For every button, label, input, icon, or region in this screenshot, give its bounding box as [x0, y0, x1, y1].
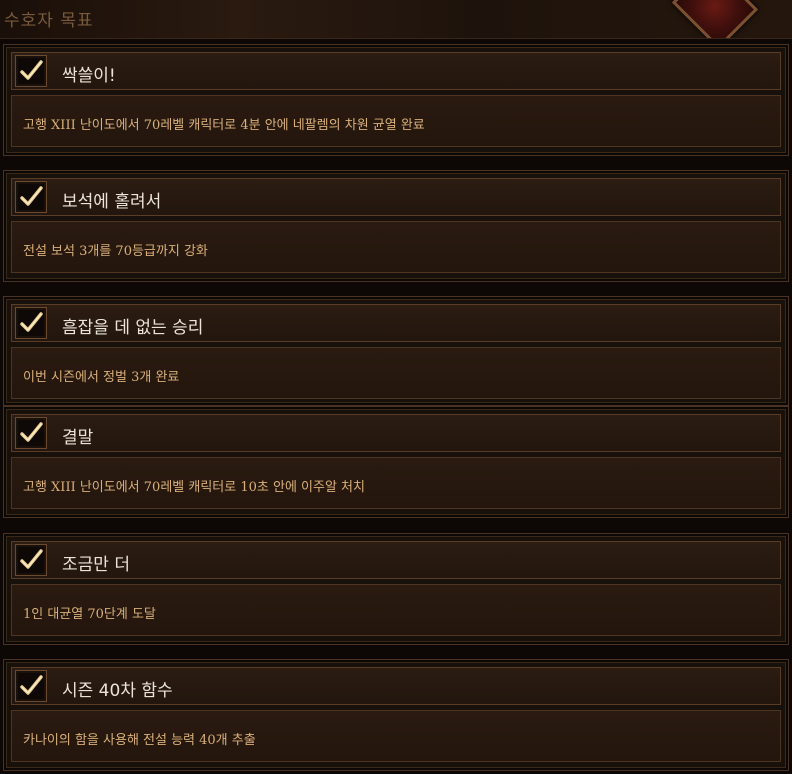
objective-body: 카나이의 함을 사용해 전설 능력 40개 추출 — [11, 710, 781, 762]
objective-card: 결말 고행 XIII 난이도에서 70레벨 캐릭터로 10초 안에 이주알 처치 — [3, 406, 789, 518]
checkmark-icon — [20, 549, 43, 569]
completed-checkbox — [15, 417, 47, 449]
objective-title: 싹쓸이! — [62, 66, 116, 86]
objective-body: 이번 시즌에서 정벌 3개 완료 — [11, 347, 781, 399]
objective-description: 1인 대균열 70단계 도달 — [23, 607, 156, 622]
objective-card: 흠잡을 데 없는 승리 이번 시즌에서 정벌 3개 완료 — [3, 296, 789, 406]
objective-description: 카나이의 함을 사용해 전설 능력 40개 추출 — [23, 733, 256, 748]
objective-header: 싹쓸이! — [11, 52, 781, 90]
objective-title: 결말 — [62, 428, 94, 448]
checkmark-icon — [20, 186, 43, 206]
objective-body: 고행 XIII 난이도에서 70레벨 캐릭터로 10초 안에 이주알 처치 — [11, 457, 781, 509]
completed-checkbox — [15, 670, 47, 702]
objective-card: 조금만 더 1인 대균열 70단계 도달 — [3, 533, 789, 645]
objective-description: 고행 XIII 난이도에서 70레벨 캐릭터로 10초 안에 이주알 처치 — [23, 480, 365, 495]
objective-header: 결말 — [11, 414, 781, 452]
objective-title: 보석에 홀려서 — [62, 192, 162, 212]
completed-checkbox — [15, 181, 47, 213]
completed-checkbox — [15, 544, 47, 576]
checkmark-icon — [20, 60, 43, 80]
objective-header: 시즌 40차 함수 — [11, 667, 781, 705]
objective-description: 이번 시즌에서 정벌 3개 완료 — [23, 370, 180, 385]
objective-description: 전설 보석 3개를 70등급까지 강화 — [23, 244, 208, 259]
objective-title: 조금만 더 — [62, 555, 130, 575]
objective-title: 시즌 40차 함수 — [62, 681, 173, 701]
objective-body: 전설 보석 3개를 70등급까지 강화 — [11, 221, 781, 273]
objective-body: 1인 대균열 70단계 도달 — [11, 584, 781, 636]
checkmark-icon — [20, 312, 43, 332]
objective-card: 시즌 40차 함수 카나이의 함을 사용해 전설 능력 40개 추출 — [3, 659, 789, 771]
checkmark-icon — [20, 675, 43, 695]
page-title: 수호자 목표 — [4, 11, 94, 31]
objective-header: 흠잡을 데 없는 승리 — [11, 304, 781, 342]
objective-title: 흠잡을 데 없는 승리 — [62, 318, 204, 338]
objective-header: 조금만 더 — [11, 541, 781, 579]
checkmark-icon — [20, 422, 43, 442]
objective-body: 고행 XIII 난이도에서 70레벨 캐릭터로 4분 안에 네팔렘의 차원 균열… — [11, 95, 781, 147]
objective-description: 고행 XIII 난이도에서 70레벨 캐릭터로 4분 안에 네팔렘의 차원 균열… — [23, 118, 425, 133]
objective-header: 보석에 홀려서 — [11, 178, 781, 216]
season-emblem-icon — [671, 0, 759, 38]
objective-card: 보석에 홀려서 전설 보석 3개를 70등급까지 강화 — [3, 170, 789, 282]
header-bar: 수호자 목표 — [0, 0, 792, 39]
completed-checkbox — [15, 307, 47, 339]
objective-card: 싹쓸이! 고행 XIII 난이도에서 70레벨 캐릭터로 4분 안에 네팔렘의 … — [3, 44, 789, 156]
completed-checkbox — [15, 55, 47, 87]
